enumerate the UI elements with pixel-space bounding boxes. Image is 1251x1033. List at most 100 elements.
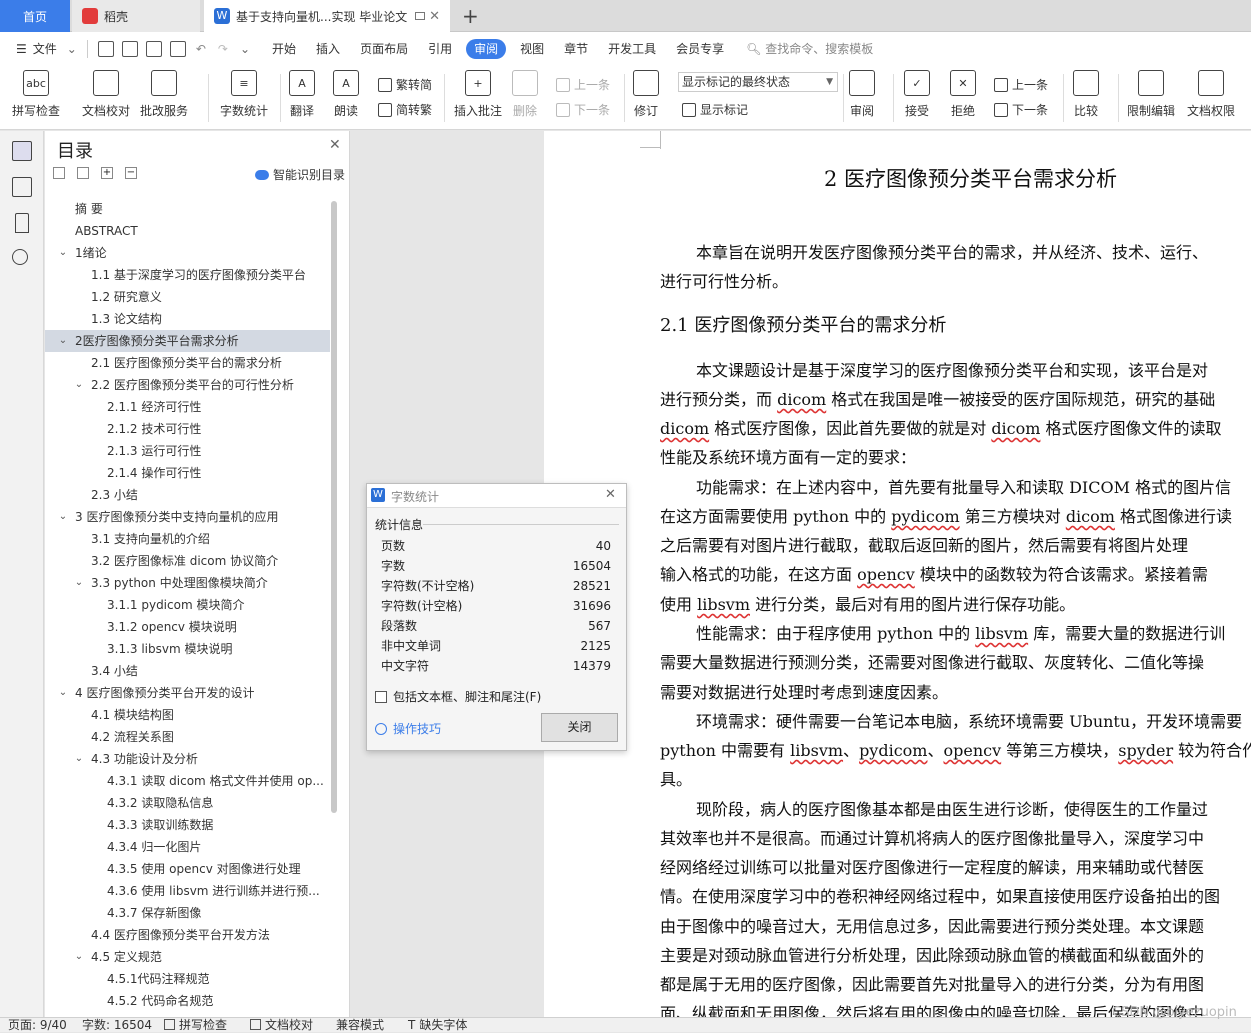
chevron-down-icon[interactable]: ⌄ (57, 330, 69, 352)
simp-to-trad-button[interactable]: 简转繁 (378, 101, 432, 118)
toc-item[interactable]: ⌄ 1绪论 (45, 242, 330, 264)
chevron-down-icon[interactable]: ⌄ (63, 39, 81, 59)
toc-item[interactable]: 3.4 小结 (45, 660, 330, 682)
spell-check-button[interactable]: abc 拼写检查 (12, 70, 60, 119)
menu-item[interactable]: 开始 (266, 39, 302, 59)
tips-link[interactable]: 操作技巧 (375, 720, 441, 737)
toc-item[interactable]: ⌄ 4.5 定义规范 (45, 946, 330, 968)
translate-button[interactable]: A 翻译 (289, 70, 315, 119)
smart-toc-button[interactable]: 智能识别目录 (255, 166, 345, 183)
collapse-all-icon[interactable] (53, 167, 65, 179)
toc-scrollbar[interactable] (331, 201, 337, 813)
page-indicator[interactable]: 页面: 9/40 (8, 1018, 67, 1033)
toc-item[interactable]: ⌄ 2.2 医疗图像预分类平台的可行性分析 (45, 374, 330, 396)
revise-button[interactable]: 修订 (633, 70, 659, 119)
toc-panel-icon[interactable] (12, 141, 32, 161)
chevron-down-icon[interactable]: ⌄ (73, 946, 85, 968)
include-textbox-checkbox[interactable]: 包括文本框、脚注和尾注(F) (375, 688, 541, 705)
toc-item[interactable]: 2.3 小结 (45, 484, 330, 506)
file-menu[interactable]: 文件 (33, 39, 63, 59)
menu-item[interactable]: 插入 (310, 39, 346, 59)
toc-item[interactable]: 2.1.4 操作可行性 (45, 462, 330, 484)
toc-item[interactable]: ⌄ 2医疗图像预分类平台需求分析 (45, 330, 330, 352)
display-icon[interactable] (415, 12, 426, 20)
close-icon[interactable]: ✕ (329, 137, 341, 153)
chevron-down-icon[interactable]: ⌄ (73, 374, 85, 396)
toc-item[interactable]: 4.4 医疗图像预分类平台开发方法 (45, 924, 330, 946)
close-button[interactable]: 关闭 (541, 713, 618, 742)
menu-item[interactable]: 章节 (558, 39, 594, 59)
chevron-down-icon[interactable]: ⌄ (57, 506, 69, 528)
toc-item[interactable]: 4.5.1代码注释规范 (45, 968, 330, 990)
toc-item[interactable]: 1.2 研究意义 (45, 286, 330, 308)
redo-icon[interactable]: ↷ (212, 39, 234, 59)
menu-item[interactable]: 页面布局 (354, 39, 414, 59)
prev-change-button[interactable]: 上一条 (994, 76, 1048, 93)
doc-check-button[interactable]: 文档校对 (82, 70, 130, 119)
toc-item[interactable]: ⌄ 3 医疗图像预分类中支持向量机的应用 (45, 506, 330, 528)
tab-home[interactable]: 首页 (0, 0, 70, 32)
print-icon[interactable] (145, 41, 162, 57)
toc-item[interactable]: 4.3.6 使用 libsvm 进行训练并进行预... (45, 880, 330, 902)
chevron-down-icon[interactable]: ⌄ (73, 572, 85, 594)
review-button[interactable]: 审阅 (849, 70, 875, 119)
doc-permission-button[interactable]: 文档权限 (1187, 70, 1235, 119)
toc-item[interactable]: ⌄ 4 医疗图像预分类平台开发的设计 (45, 682, 330, 704)
compare-button[interactable]: 比较 (1073, 70, 1099, 119)
restrict-edit-button[interactable]: 限制编辑 (1127, 70, 1175, 119)
toc-item[interactable]: 4.1 模块结构图 (45, 704, 330, 726)
toc-item[interactable]: ABSTRACT (45, 220, 330, 242)
toc-item[interactable]: 3.1.2 opencv 模块说明 (45, 616, 330, 638)
accept-button[interactable]: ✓ 接受 (904, 70, 930, 119)
missing-font-status[interactable]: T 缺失字体 (408, 1018, 467, 1033)
toc-item[interactable]: 4.3.2 读取隐私信息 (45, 792, 330, 814)
toc-item[interactable]: 4.5.2 代码命名规范 (45, 990, 330, 1012)
toc-item[interactable]: 4.3.1 读取 dicom 格式文件并使用 op... (45, 770, 330, 792)
read-aloud-button[interactable]: A 朗读 (333, 70, 359, 119)
word-count-button[interactable]: ≡ 字数统计 (220, 70, 268, 119)
toc-item[interactable]: 2.1.3 运行可行性 (45, 440, 330, 462)
document-page[interactable]: 2 医疗图像预分类平台需求分析 本章旨在说明开发医疗图像预分类平台的需求，并从经… (544, 131, 1251, 1017)
toc-item[interactable]: ⌄ 4.3 功能设计及分析 (45, 748, 330, 770)
more-icon[interactable]: ⌄ (234, 39, 256, 59)
export-icon[interactable] (121, 41, 138, 57)
find-icon[interactable] (12, 249, 28, 265)
menu-item[interactable]: 引用 (422, 39, 458, 59)
proof-status[interactable]: 文档校对 (250, 1018, 313, 1033)
menu-item[interactable]: 视图 (514, 39, 550, 59)
undo-icon[interactable]: ↶ (190, 39, 212, 59)
toc-item[interactable]: 2.1.1 经济可行性 (45, 396, 330, 418)
remove-level-icon[interactable]: − (125, 167, 137, 179)
show-markup-button[interactable]: 显示标记 (682, 101, 748, 118)
new-tab-button[interactable]: + (462, 4, 479, 28)
menu-item[interactable]: 审阅 (466, 39, 507, 59)
word-count-status[interactable]: 字数: 16504 (82, 1018, 152, 1033)
toc-item[interactable]: 4.2 流程关系图 (45, 726, 330, 748)
chevron-down-icon[interactable]: ⌄ (57, 242, 69, 264)
toc-item[interactable]: 1.1 基于深度学习的医疗图像预分类平台 (45, 264, 330, 286)
close-icon[interactable]: ✕ (605, 487, 616, 502)
toc-item[interactable]: 2.1 医疗图像预分类平台的需求分析 (45, 352, 330, 374)
print-preview-icon[interactable] (169, 41, 186, 57)
chevron-down-icon[interactable]: ⌄ (57, 682, 69, 704)
tab-document[interactable]: W 基于支持向量机...实现 毕业论文 ✕ (204, 0, 450, 32)
delete-comment-button[interactable]: 删除 (512, 70, 538, 119)
search-command[interactable]: 🔍︎ 查找命令、搜索模板 (740, 39, 879, 59)
prev-comment-button[interactable]: 上一条 (556, 76, 610, 93)
toc-item[interactable]: 3.1.1 pydicom 模块简介 (45, 594, 330, 616)
expand-all-icon[interactable] (77, 167, 89, 179)
navigation-icon[interactable] (12, 177, 32, 197)
toc-item[interactable]: ⌄ 3.3 python 中处理图像模块简介 (45, 572, 330, 594)
add-level-icon[interactable]: + (101, 167, 113, 179)
close-tab-icon[interactable]: ✕ (429, 9, 440, 24)
batch-service-button[interactable]: 批改服务 (140, 70, 188, 119)
reject-button[interactable]: ✕ 拒绝 (950, 70, 976, 119)
toc-item[interactable]: 3.1.3 libsvm 模块说明 (45, 638, 330, 660)
toc-item[interactable]: 1.3 论文结构 (45, 308, 330, 330)
save-icon[interactable] (97, 41, 114, 57)
toc-item[interactable]: 3.1 支持向量机的介绍 (45, 528, 330, 550)
bookmark-icon[interactable] (15, 213, 29, 233)
spell-check-status[interactable]: 拼写检查 (164, 1018, 227, 1033)
toc-item[interactable]: 4.3.7 保存新图像 (45, 902, 330, 924)
hamburger-icon[interactable]: ☰ (10, 39, 33, 59)
